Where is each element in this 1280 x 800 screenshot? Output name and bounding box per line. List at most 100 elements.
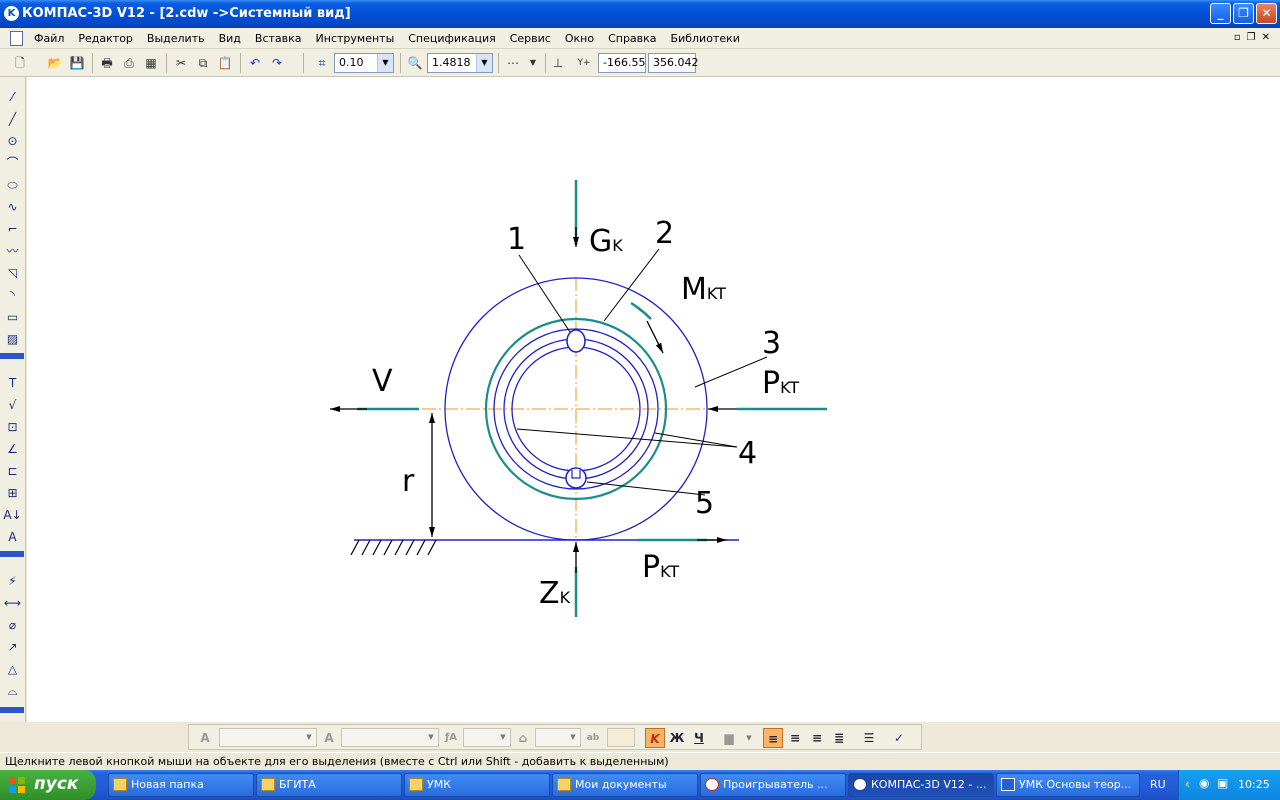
tolerance-icon[interactable]: ⊏ xyxy=(2,461,23,481)
chevron-down-icon[interactable]: ▼ xyxy=(476,54,492,72)
panel-divider[interactable] xyxy=(0,707,24,713)
text-underline-icon[interactable]: A↓ xyxy=(2,505,23,525)
auto-dimension-icon[interactable]: ⚡ xyxy=(2,571,23,591)
chevron-down-icon[interactable]: ▼ xyxy=(377,54,393,72)
spline-icon[interactable]: ∿ xyxy=(2,197,23,217)
panel-divider[interactable] xyxy=(0,353,24,359)
font-style-icon[interactable]: A xyxy=(195,728,215,748)
coord-y-field[interactable]: 356.042 xyxy=(648,53,699,73)
chevron-down-icon[interactable]: ▼ xyxy=(424,729,438,746)
menu-help[interactable]: Справка xyxy=(608,32,656,45)
taskbar-item-umk-doc[interactable]: УМК Основы теор... xyxy=(996,773,1140,797)
rectangle-icon[interactable]: ▭ xyxy=(2,307,23,327)
document-window-controls[interactable]: ▫❐✕ xyxy=(1234,32,1276,43)
color-icon[interactable]: ▆ xyxy=(719,728,739,748)
base-icon[interactable]: ⊡ xyxy=(2,417,23,437)
coord-x-field[interactable]: -166.55 xyxy=(598,53,646,73)
menu-service[interactable]: Сервис xyxy=(510,32,551,45)
spellcheck-icon[interactable]: ✓ xyxy=(889,728,909,748)
text-icon[interactable]: T xyxy=(2,373,23,393)
drawing-svg[interactable]: 1 2 3 4 5 GK MKT PKT PKT ZK V r xyxy=(27,77,1280,722)
close-button[interactable]: ✕ xyxy=(1256,3,1277,24)
fillet-icon[interactable]: ◝ xyxy=(2,285,23,305)
menu-libraries[interactable]: Библиотеки xyxy=(671,32,740,45)
font-name-combo[interactable]: ▼ xyxy=(219,728,317,747)
polyline-icon[interactable]: ⌐ xyxy=(2,219,23,239)
diameter-dimension-icon[interactable]: ⌀ xyxy=(2,615,23,635)
angle-dimension-icon[interactable]: △ xyxy=(2,659,23,679)
font-size-icon[interactable]: ƒA xyxy=(441,728,461,748)
segment-icon[interactable]: ╱ xyxy=(2,109,23,129)
restore-button[interactable]: ❐ xyxy=(1233,3,1254,24)
italic-button[interactable]: K xyxy=(645,728,665,748)
text-color-box[interactable] xyxy=(607,728,635,747)
font-size-combo[interactable]: ▼ xyxy=(463,728,511,747)
arc-dimension-icon[interactable]: ⌓ xyxy=(2,681,23,701)
menu-edit[interactable]: Редактор xyxy=(78,32,133,45)
network-icon[interactable]: ▣ xyxy=(1217,776,1228,790)
local-cs-icon[interactable]: ⊥ xyxy=(548,53,568,73)
step-combo[interactable]: 0.10 ▼ xyxy=(334,53,394,73)
panel-divider[interactable] xyxy=(0,551,24,557)
new-file-icon[interactable]: 🗋 xyxy=(10,53,30,73)
security-icon[interactable]: ◉ xyxy=(1199,776,1209,790)
leader-icon[interactable]: ∠ xyxy=(2,439,23,459)
drawing-canvas[interactable]: 1 2 3 4 5 GK MKT PKT PKT ZK V r xyxy=(27,77,1280,722)
bold-button[interactable]: Ж xyxy=(667,728,687,748)
menu-window[interactable]: Окно xyxy=(565,32,594,45)
menu-specification[interactable]: Спецификация xyxy=(408,32,495,45)
paste-icon[interactable]: 📋 xyxy=(215,53,235,73)
chamfer-icon[interactable]: ◹ xyxy=(2,263,23,283)
font-family-combo[interactable]: ▼ xyxy=(341,728,439,747)
linear-dimension-icon[interactable]: ⟷ xyxy=(2,593,23,613)
copy-icon[interactable]: ⧉ xyxy=(193,53,213,73)
font-icon[interactable]: A xyxy=(319,728,339,748)
menu-select[interactable]: Выделить xyxy=(147,32,205,45)
language-indicator[interactable]: RU xyxy=(1150,778,1166,791)
minimize-button[interactable]: _ xyxy=(1210,3,1231,24)
chevron-left-icon[interactable]: ‹ xyxy=(1185,777,1190,791)
start-button[interactable]: пуск xyxy=(0,770,96,800)
underline-button[interactable]: Ч xyxy=(689,728,709,748)
taskbar-item-my-documents[interactable]: Мои документы xyxy=(552,773,698,797)
chevron-down-icon[interactable]: ▼ xyxy=(523,53,543,73)
taskbar-item-bgita[interactable]: БГИТА xyxy=(256,773,402,797)
radius-dimension-icon[interactable]: ↗ xyxy=(2,637,23,657)
menu-view[interactable]: Вид xyxy=(219,32,241,45)
ellipse-icon[interactable]: ⬭ xyxy=(2,175,23,195)
align-justify-icon[interactable]: ≣ xyxy=(829,728,849,748)
char-spacing-icon[interactable]: ⌂ xyxy=(513,728,533,748)
menu-file[interactable]: Файл xyxy=(34,32,64,45)
arc-icon[interactable]: ⌒ xyxy=(2,153,23,173)
print-preview-icon[interactable]: ⎙ xyxy=(119,53,139,73)
print-icon[interactable]: 🖶 xyxy=(97,53,117,73)
bezier-icon[interactable]: 〰 xyxy=(2,241,23,261)
taskbar-item-kompas[interactable]: КОМПАС-3D V12 - ... xyxy=(848,773,994,797)
zoom-combo[interactable]: 1.4818 ▼ xyxy=(427,53,493,73)
taskbar-item-umk[interactable]: УМК xyxy=(404,773,550,797)
list-icon[interactable]: ☰ xyxy=(859,728,879,748)
save-icon[interactable]: 💾 xyxy=(67,53,87,73)
cut-icon[interactable]: ✂ xyxy=(171,53,191,73)
align-center-icon[interactable]: ≡ xyxy=(785,728,805,748)
chevron-down-icon[interactable]: ▼ xyxy=(739,728,759,748)
circle-icon[interactable]: ⊙ xyxy=(2,131,23,151)
chevron-down-icon[interactable]: ▼ xyxy=(566,729,580,746)
char-spacing-combo[interactable]: ▼ xyxy=(535,728,581,747)
chevron-down-icon[interactable]: ▼ xyxy=(302,729,316,746)
undo-icon[interactable]: ↶ xyxy=(245,53,265,73)
menu-insert[interactable]: Вставка xyxy=(255,32,302,45)
text-spacing-icon[interactable]: ab xyxy=(583,728,603,748)
taskbar-item-new-folder[interactable]: Новая папка xyxy=(108,773,254,797)
menu-tools[interactable]: Инструменты xyxy=(316,32,395,45)
text-edit-icon[interactable]: A xyxy=(2,527,23,547)
hatch-icon[interactable]: ▨ xyxy=(2,329,23,349)
align-left-icon[interactable]: ≡ xyxy=(763,728,783,748)
chevron-down-icon[interactable]: ▼ xyxy=(496,729,510,746)
redo-icon[interactable]: ↷ xyxy=(267,53,287,73)
line-icon[interactable]: ⁄ xyxy=(2,87,23,107)
open-folder-icon[interactable]: 📂 xyxy=(45,53,65,73)
roughness-icon[interactable]: √ xyxy=(2,395,23,415)
manager-icon[interactable]: ▦ xyxy=(141,53,161,73)
grid-icon[interactable]: ⋯ xyxy=(503,53,523,73)
